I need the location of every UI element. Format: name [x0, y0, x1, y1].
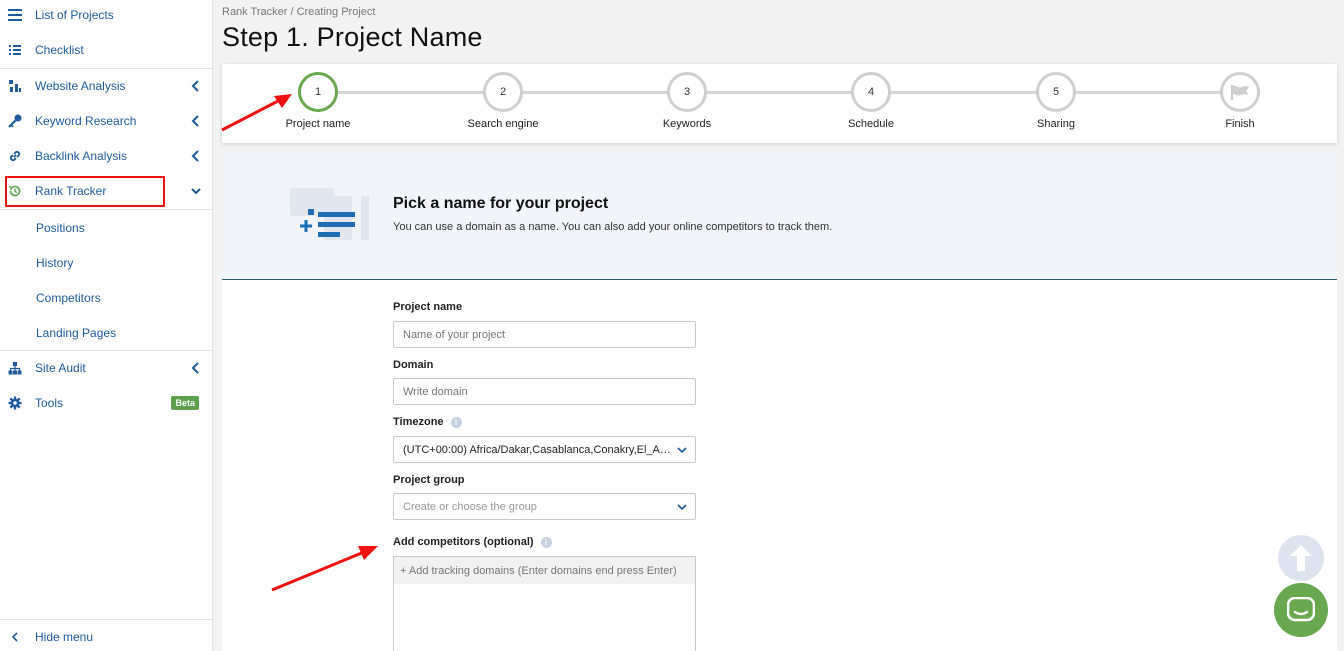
sidebar-subitem-positions[interactable]: Positions: [36, 221, 85, 235]
sidebar-item-checklist[interactable]: Checklist: [0, 33, 212, 67]
chevron-left-icon: [191, 150, 199, 162]
project-form-card: Pick a name for your project You can use…: [222, 152, 1337, 651]
chevron-down-icon: [677, 503, 687, 510]
chevron-down-icon: [677, 446, 687, 453]
info-icon[interactable]: i: [540, 536, 552, 548]
step-circle: 5: [1036, 72, 1076, 112]
sidebar-item-list-of-projects[interactable]: List of Projects: [0, 0, 212, 32]
checklist-icon: [7, 42, 23, 58]
gear-icon: [7, 395, 23, 411]
project-group-label: Project group: [393, 474, 465, 486]
sidebar-item-label: Tools: [35, 396, 64, 410]
sidebar-item-label: Backlink Analysis: [35, 149, 128, 163]
chat-button[interactable]: [1274, 583, 1328, 637]
timezone-value: (UTC+00:00) Africa/Dakar,Casablanca,Cona…: [403, 443, 671, 456]
domain-input[interactable]: [393, 378, 696, 405]
competitors-label-row: Add competitors (optional) i: [393, 536, 552, 548]
sidebar-item-label: Keyword Research: [35, 114, 137, 128]
step-label: Project name: [285, 118, 351, 130]
hide-menu-button[interactable]: Hide menu: [0, 620, 212, 651]
step-circle: 2: [483, 72, 523, 112]
sidebar-item-tools[interactable]: Tools Beta: [0, 386, 212, 420]
beta-badge: Beta: [171, 396, 199, 410]
annotation-highlight-box: [5, 176, 165, 207]
chevron-left-icon: [191, 80, 199, 92]
step-1[interactable]: 1 Project name: [258, 72, 378, 130]
divider: [0, 209, 212, 210]
chevron-left-icon: [191, 362, 199, 374]
sidebar-item-backlink-analysis[interactable]: Backlink Analysis: [0, 139, 212, 173]
hamburger-icon: [7, 7, 23, 23]
form-header-title: Pick a name for your project: [393, 195, 609, 212]
chevron-left-icon: [191, 115, 199, 127]
step-circle: 3: [667, 72, 707, 112]
sidebar-item-keyword-research[interactable]: Keyword Research: [0, 104, 212, 138]
sidebar-item-label: Website Analysis: [35, 79, 126, 93]
breadcrumb: Rank Tracker / Creating Project: [222, 6, 376, 18]
sidebar-subitem-landing-pages[interactable]: Landing Pages: [36, 326, 116, 340]
timezone-select[interactable]: (UTC+00:00) Africa/Dakar,Casablanca,Cona…: [393, 436, 696, 463]
analysis-icon: [7, 78, 23, 94]
step-circle: 4: [851, 72, 891, 112]
step-circle: 1: [298, 72, 338, 112]
domain-label: Domain: [393, 359, 434, 371]
steps-progress: 1 Project name 2 Search engine 3 Keyword…: [222, 64, 1337, 143]
sidebar-subitem-history[interactable]: History: [36, 256, 73, 270]
step-2[interactable]: 2 Search engine: [443, 72, 563, 130]
step-label: Search engine: [467, 118, 539, 130]
sidebar-item-site-audit[interactable]: Site Audit: [0, 351, 212, 385]
step-3[interactable]: 3 Keywords: [627, 72, 747, 130]
page-title: Step 1. Project Name: [222, 22, 483, 52]
sidebar-item-label: List of Projects: [35, 8, 114, 22]
step-4[interactable]: 4 Schedule: [811, 72, 931, 130]
project-group-placeholder: Create or choose the group: [403, 500, 537, 513]
chevron-left-icon: [7, 629, 23, 645]
timezone-label: Timezone: [393, 416, 444, 428]
add-list-illustration-icon: [290, 188, 369, 240]
link-icon: [7, 148, 23, 164]
step-label: Keywords: [662, 118, 712, 130]
hide-menu-label: Hide menu: [35, 630, 94, 644]
sitemap-icon: [7, 360, 23, 376]
project-name-label: Project name: [393, 301, 463, 313]
scroll-to-top-button[interactable]: [1278, 535, 1324, 581]
step-5[interactable]: 5 Sharing: [996, 72, 1116, 130]
step-label: Finish: [1225, 118, 1255, 130]
project-name-input[interactable]: [393, 321, 696, 348]
step-label: Sharing: [1037, 118, 1075, 130]
sidebar-item-website-analysis[interactable]: Website Analysis: [0, 69, 212, 103]
form-header-subtitle: You can use a domain as a name. You can …: [393, 221, 833, 233]
step-finish[interactable]: Finish: [1180, 72, 1300, 130]
project-group-select[interactable]: Create or choose the group: [393, 493, 696, 520]
key-icon: [7, 113, 23, 129]
chat-icon: [1287, 597, 1315, 622]
sidebar-item-label: Checklist: [35, 43, 84, 57]
sidebar-item-label: Site Audit: [35, 361, 86, 375]
form-header: Pick a name for your project You can use…: [222, 152, 1337, 280]
competitors-label: Add competitors (optional): [393, 536, 534, 548]
chevron-down-icon: [191, 188, 201, 195]
sidebar: List of Projects Checklist Website Analy…: [0, 0, 213, 651]
competitors-placeholder: + Add tracking domains (Enter domains en…: [394, 557, 695, 584]
info-icon[interactable]: i: [450, 416, 462, 428]
timezone-label-row: Timezone i: [393, 416, 462, 428]
arrow-up-icon: [1290, 545, 1312, 571]
step-circle: [1220, 72, 1260, 112]
sidebar-subitem-competitors[interactable]: Competitors: [36, 291, 101, 305]
flag-icon: [1231, 85, 1249, 100]
step-label: Schedule: [848, 118, 894, 130]
competitors-textarea[interactable]: + Add tracking domains (Enter domains en…: [393, 556, 696, 651]
